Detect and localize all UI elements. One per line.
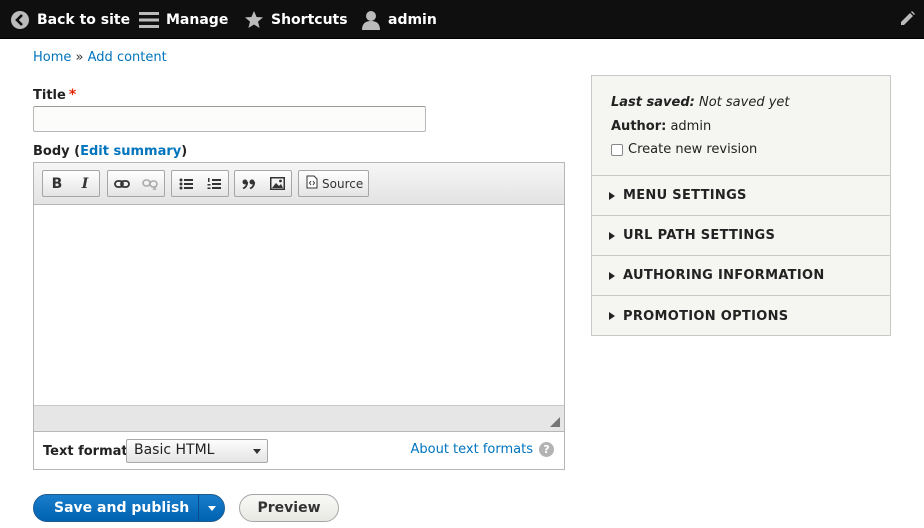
authoring-information-toggle[interactable]: AUTHORING INFORMATION (592, 256, 890, 296)
new-revision-label[interactable]: Create new revision (628, 142, 757, 157)
last-saved-line: Last saved: Not saved yet (611, 95, 790, 110)
bulleted-list-icon[interactable] (172, 171, 200, 196)
person-icon (361, 10, 381, 30)
url-path-settings-toggle[interactable]: URL PATH SETTINGS (592, 216, 890, 256)
editor-status-bar (34, 405, 564, 431)
back-arrow-icon (10, 10, 30, 30)
admin-toolbar: Back to site Manage Shortcuts admin (0, 0, 924, 39)
triangle-right-icon (609, 231, 615, 240)
list-button-group (171, 170, 229, 197)
back-to-site-link[interactable]: Back to site (10, 0, 130, 39)
editor-toolbar: B I Source (34, 163, 564, 205)
link-button-group (107, 170, 165, 197)
back-to-site-label: Back to site (37, 11, 131, 28)
breadcrumb: Home » Add content (33, 50, 167, 65)
text-format-label: Text format (43, 444, 128, 459)
breadcrumb-home-link[interactable]: Home (33, 50, 71, 65)
user-tab[interactable]: admin (361, 0, 437, 39)
save-and-publish-label: Save and publish (54, 500, 190, 516)
unlink-icon[interactable] (136, 171, 164, 196)
source-button[interactable]: Source (298, 170, 369, 197)
authoring-information-label: AUTHORING INFORMATION (623, 268, 825, 283)
blockquote-icon[interactable] (235, 171, 263, 196)
triangle-right-icon (609, 271, 615, 280)
menu-settings-label: MENU SETTINGS (623, 188, 747, 203)
star-icon (244, 10, 264, 30)
body-editor-content[interactable] (34, 205, 564, 405)
menu-settings-toggle[interactable]: MENU SETTINGS (592, 176, 890, 216)
breadcrumb-add-content-link[interactable]: Add content (88, 50, 167, 65)
image-icon[interactable] (263, 171, 291, 196)
edit-summary-link[interactable]: Edit summary (80, 144, 181, 159)
title-label: Title * (33, 87, 76, 103)
shortcuts-tab[interactable]: Shortcuts (244, 0, 348, 39)
author-line: Author: admin (611, 119, 711, 134)
text-format-select[interactable]: Basic HTML (126, 439, 268, 463)
preview-button[interactable]: Preview (239, 494, 339, 522)
source-icon (306, 175, 318, 193)
source-label: Source (322, 176, 364, 191)
last-saved-label: Last saved: (611, 95, 695, 110)
formatting-button-group: B I (42, 170, 100, 197)
link-icon[interactable] (108, 171, 136, 196)
new-revision-checkbox[interactable] (611, 143, 623, 156)
help-icon[interactable]: ? (539, 442, 554, 457)
required-marker: * (68, 87, 77, 103)
author-label: Author: (611, 119, 667, 134)
breadcrumb-separator: » (75, 50, 84, 65)
about-text-formats-link[interactable]: About text formats (410, 442, 533, 457)
shortcuts-label: Shortcuts (271, 11, 348, 28)
resize-handle-icon[interactable] (550, 417, 560, 427)
manage-tab[interactable]: Manage (139, 0, 228, 39)
body-label-close-paren: ) (181, 144, 188, 159)
bold-button[interactable]: B (43, 171, 71, 196)
dropdown-toggle-icon[interactable] (208, 506, 216, 511)
body-editor: B I Source (33, 162, 565, 432)
text-format-selected: Basic HTML (134, 442, 215, 458)
body-label-text: Body (33, 144, 70, 159)
url-path-settings-label: URL PATH SETTINGS (623, 228, 776, 243)
new-revision-row: Create new revision (611, 142, 757, 157)
triangle-right-icon (609, 191, 615, 200)
author-value: admin (670, 119, 712, 134)
hamburger-icon (139, 10, 159, 30)
meta-header: Last saved: Not saved yet Author: admin … (592, 76, 890, 176)
text-format-wrapper: Text format Basic HTML About text format… (33, 432, 565, 470)
numbered-list-icon[interactable] (200, 171, 228, 196)
split-divider (198, 495, 199, 521)
italic-button[interactable]: I (71, 171, 99, 196)
insert-button-group (234, 170, 292, 197)
triangle-right-icon (609, 312, 615, 320)
user-label: admin (388, 11, 437, 28)
body-label: Body (Edit summary) (33, 144, 187, 159)
title-input[interactable] (33, 106, 426, 132)
pencil-icon[interactable] (898, 10, 916, 28)
manage-label: Manage (166, 11, 229, 28)
chevron-down-icon (253, 449, 261, 454)
entity-meta-sidebar: Last saved: Not saved yet Author: admin … (591, 75, 891, 336)
title-label-text: Title (33, 88, 66, 103)
save-and-publish-button[interactable]: Save and publish (33, 494, 225, 522)
last-saved-value: Not saved yet (698, 95, 790, 110)
promotion-options-toggle[interactable]: PROMOTION OPTIONS (592, 296, 890, 336)
promotion-options-label: PROMOTION OPTIONS (623, 308, 789, 324)
